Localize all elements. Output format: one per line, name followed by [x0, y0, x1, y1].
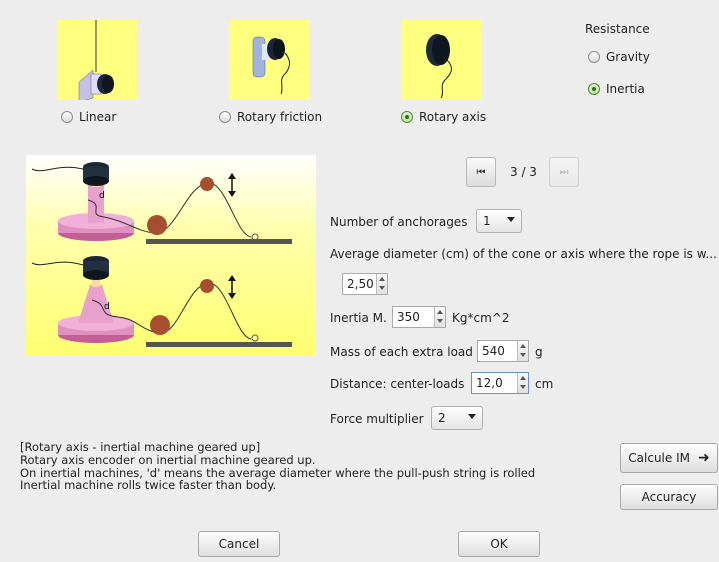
multiplier-label: Force multiplier: [330, 412, 424, 426]
description-text: [Rotary axis - inertial machine geared u…: [20, 441, 535, 492]
diameter-label-bottom: d: [104, 302, 110, 312]
description-line: Rotary axis encoder on inertial machine …: [20, 452, 316, 467]
radio-linear[interactable]: Linear: [61, 110, 116, 124]
mass-value[interactable]: 540: [478, 341, 517, 361]
diameter-spinner[interactable]: 2,50: [342, 273, 388, 295]
skip-back-icon: ⏮: [476, 166, 486, 178]
first-page-button[interactable]: ⏮: [466, 157, 496, 187]
radio-label: Rotary friction: [237, 110, 323, 124]
increment-arrow-icon[interactable]: [435, 307, 445, 317]
resistance-title: Resistance: [585, 22, 650, 36]
cancel-button[interactable]: Cancel: [198, 531, 280, 557]
inertia-spinner[interactable]: 350: [392, 306, 446, 328]
radio-indicator[interactable]: [588, 83, 600, 95]
mass-label: Mass of each extra load: [330, 345, 473, 359]
multiplier-select[interactable]: 2: [431, 406, 483, 430]
calcule-im-button[interactable]: Calcule IM ➜: [620, 443, 718, 473]
diameter-label: Average diameter (cm) of the cone or axi…: [330, 247, 717, 261]
linear-thumbnail: [57, 20, 137, 100]
increment-arrow-icon[interactable]: [377, 274, 387, 284]
machine-diagram: d d: [26, 155, 316, 355]
radio-indicator[interactable]: [588, 51, 600, 63]
anchorages-label: Number of anchorages: [330, 215, 468, 229]
radio-label: Linear: [79, 110, 117, 124]
inertia-label: Inertia M.: [330, 311, 387, 325]
decrement-arrow-icon[interactable]: [518, 351, 528, 361]
mass-spinner[interactable]: 540: [477, 340, 529, 362]
radio-rotary-friction[interactable]: Rotary friction: [219, 110, 322, 124]
distance-label: Distance: center-loads: [330, 377, 465, 391]
anchorages-select[interactable]: 1: [476, 209, 522, 233]
calcule-label: Calcule IM: [628, 451, 690, 465]
decrement-arrow-icon[interactable]: [518, 383, 528, 393]
diameter-value[interactable]: 2,50: [343, 274, 376, 294]
inertia-unit: Kg*cm^2: [452, 311, 510, 325]
description-line: Inertial machine rolls twice faster than…: [20, 478, 277, 493]
chevron-down-icon: [468, 414, 476, 419]
ok-label: OK: [490, 537, 508, 551]
radio-rotary-axis[interactable]: Rotary axis: [401, 110, 486, 124]
multiplier-value: 2: [438, 411, 446, 425]
last-page-button[interactable]: ⏭: [549, 157, 579, 187]
skip-forward-icon: ⏭: [559, 166, 569, 178]
distance-unit: cm: [535, 377, 554, 391]
radio-indicator[interactable]: [401, 111, 413, 123]
radio-gravity[interactable]: Gravity: [588, 50, 650, 64]
rotary-friction-thumbnail: [229, 20, 309, 100]
radio-label: Rotary axis: [419, 110, 487, 124]
diameter-label-top: d: [99, 191, 105, 201]
increment-arrow-icon[interactable]: [518, 373, 528, 383]
rotary-friction-machine-icon: [252, 36, 291, 95]
radio-indicator[interactable]: [219, 111, 231, 123]
inertia-value[interactable]: 350: [393, 307, 434, 327]
radio-indicator[interactable]: [61, 111, 73, 123]
cancel-label: Cancel: [218, 537, 260, 551]
rotary-axis-machine-icon: [426, 34, 452, 99]
radio-label: Inertia: [606, 82, 645, 96]
arrow-right-icon: ➜: [697, 450, 710, 466]
rotary-axis-diagram: d d: [26, 155, 316, 355]
increment-arrow-icon[interactable]: [518, 341, 528, 351]
ok-button[interactable]: OK: [458, 531, 540, 557]
radio-label: Gravity: [606, 50, 650, 64]
anchorages-value: 1: [483, 214, 491, 228]
rotary-axis-thumbnail: [401, 20, 481, 100]
distance-spinner[interactable]: 12,0: [471, 372, 529, 394]
decrement-arrow-icon[interactable]: [435, 317, 445, 327]
description-line: [Rotary axis - inertial machine geared u…: [20, 440, 261, 454]
radio-inertia[interactable]: Inertia: [588, 82, 645, 96]
accuracy-label: Accuracy: [641, 490, 697, 504]
decrement-arrow-icon[interactable]: [377, 284, 387, 294]
distance-value[interactable]: 12,0: [472, 373, 517, 393]
mass-unit: g: [535, 345, 543, 359]
chevron-down-icon: [507, 217, 515, 222]
page-indicator: 3 / 3: [510, 165, 537, 179]
linear-machine-icon: [78, 20, 114, 100]
accuracy-button[interactable]: Accuracy: [620, 484, 718, 510]
